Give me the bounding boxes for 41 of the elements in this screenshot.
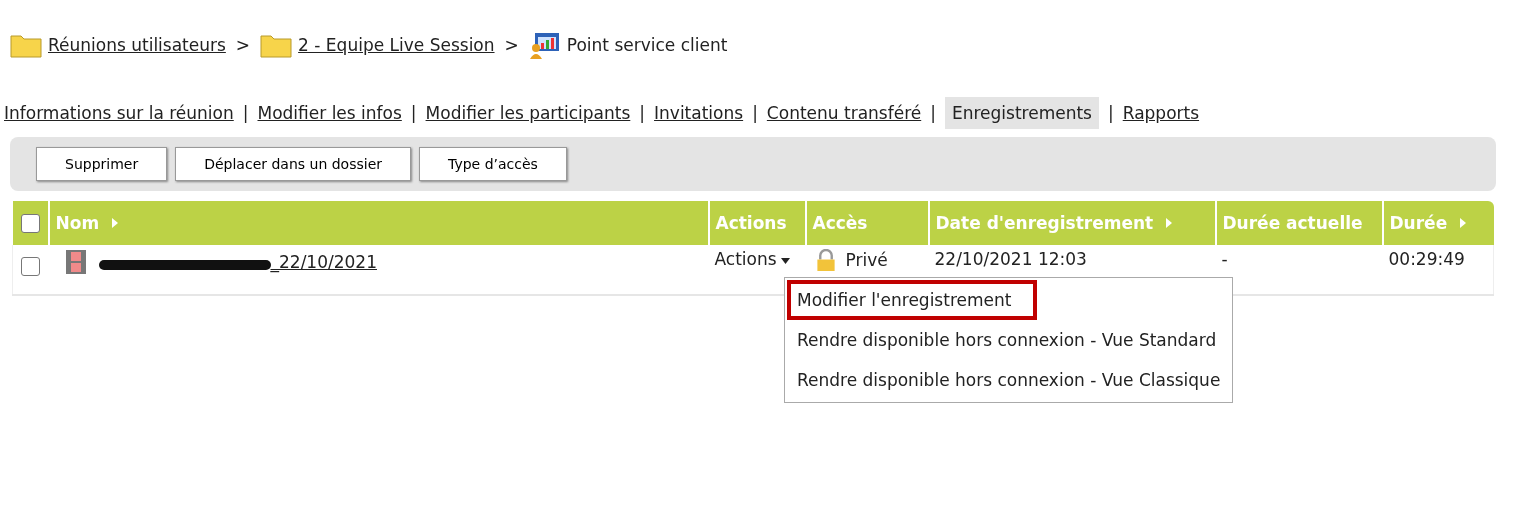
- toolbar-button[interactable]: Déplacer dans un dossier: [175, 147, 412, 181]
- meeting-icon: [528, 31, 561, 59]
- row-checkbox[interactable]: [21, 256, 40, 276]
- tab-separator: |: [639, 103, 646, 123]
- table-cell: -: [1221, 249, 1228, 269]
- recording-link[interactable]: _22/10/2021: [270, 252, 377, 272]
- sort-arrow-icon: [1459, 217, 1468, 229]
- tab[interactable]: Informations sur la réunion: [4, 97, 234, 129]
- breadcrumb-separator: >: [235, 35, 251, 55]
- tab[interactable]: Modifier les infos: [257, 97, 402, 129]
- breadcrumb-link[interactable]: 2 - Equipe Live Session: [298, 35, 495, 55]
- breadcrumb-current: Point service client: [566, 35, 728, 55]
- film-icon: [64, 249, 87, 275]
- caret-icon: [780, 258, 790, 264]
- table-cell: 00:29:49: [1388, 249, 1465, 269]
- tab[interactable]: Modifier les participants: [425, 97, 631, 129]
- sort-arrow-icon: [111, 217, 120, 229]
- tab[interactable]: Enregistrements: [944, 97, 1099, 129]
- tab-separator: |: [930, 103, 936, 123]
- lock-icon: [815, 249, 836, 271]
- access-text: Privé: [845, 250, 888, 270]
- breadcrumb-link[interactable]: Réunions utilisateurs: [48, 35, 226, 55]
- menu-item[interactable]: Rendre disponible hors connexion - Vue Classique: [787, 360, 1231, 400]
- tab-separator: |: [242, 103, 249, 123]
- menu-item[interactable]: Modifier l'enregistrement: [787, 280, 1038, 320]
- folder-icon: [10, 32, 42, 58]
- toolbar-button[interactable]: Type d’accès: [419, 147, 567, 181]
- sort-arrow-icon: [1165, 217, 1174, 229]
- tab[interactable]: Contenu transféré: [766, 97, 922, 129]
- tab[interactable]: Rapports: [1122, 97, 1200, 129]
- table-cell: 22/10/2021 12:03: [934, 249, 1087, 269]
- toolbar-button[interactable]: Supprimer: [36, 147, 168, 181]
- breadcrumb-separator: >: [504, 35, 519, 55]
- folder-icon: [260, 32, 293, 58]
- tab-separator: |: [1108, 103, 1114, 123]
- menu-item[interactable]: Rendre disponible hors connexion - Vue Standard: [787, 320, 1231, 360]
- actions-dropdown[interactable]: Actions: [714, 249, 790, 269]
- select-all-checkbox[interactable]: [20, 214, 40, 234]
- tab-separator: |: [752, 103, 758, 123]
- tab-separator: |: [410, 103, 417, 123]
- tab[interactable]: Invitations: [654, 97, 744, 129]
